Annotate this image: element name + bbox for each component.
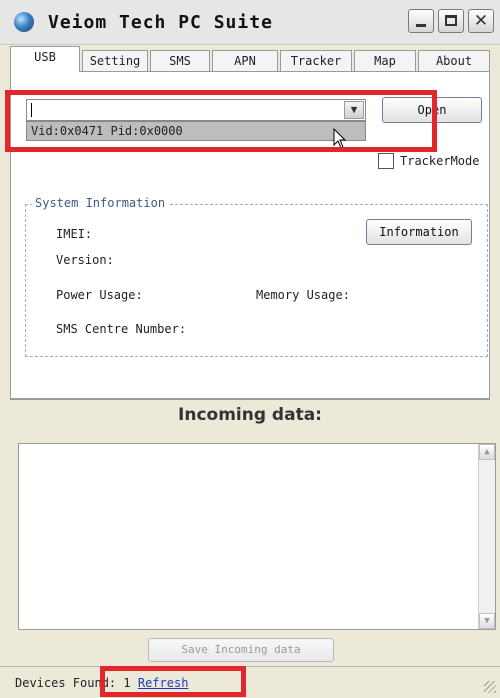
tab-strip: USB Setting SMS APN Tracker Map About [10,46,490,72]
version-label: Version: [56,253,114,267]
highlight-box-refresh [100,666,246,697]
globe-icon [14,12,34,32]
memory-usage-label: Memory Usage: [256,288,350,302]
vertical-scrollbar[interactable]: ▲ ▼ [478,444,495,629]
save-incoming-data-button[interactable]: Save Incoming data [148,638,334,662]
window-title: Veiom Tech PC Suite [48,12,273,33]
tab-apn[interactable]: APN [212,50,278,71]
tracker-mode-label: TrackerMode [400,154,480,168]
tab-about[interactable]: About [418,50,490,71]
tab-map[interactable]: Map [354,50,416,71]
incoming-data-title: Incoming data: [178,405,322,425]
app-window: Veiom Tech PC Suite ✕ USB Setting SMS AP… [0,0,500,698]
resize-grip-icon[interactable] [484,681,496,693]
highlight-box-device [5,90,437,152]
power-usage-label: Power Usage: [56,288,143,302]
scroll-up-icon[interactable]: ▲ [479,444,495,460]
title-bar[interactable]: Veiom Tech PC Suite ✕ [0,0,500,45]
tracker-mode-checkbox[interactable] [378,153,394,169]
incoming-data-textarea[interactable]: ▲ ▼ [18,443,496,630]
minimize-button[interactable] [408,9,434,33]
maximize-button[interactable] [438,9,464,33]
close-icon: ✕ [473,11,489,31]
tab-setting[interactable]: Setting [82,50,148,71]
tab-usb[interactable]: USB [10,46,80,72]
information-button[interactable]: Information [366,219,472,245]
scroll-down-icon[interactable]: ▼ [479,613,495,629]
maximize-icon [445,15,457,26]
imei-label: IMEI: [56,227,93,241]
minimize-icon [416,24,426,27]
tab-tracker[interactable]: Tracker [280,50,352,71]
tab-sms[interactable]: SMS [150,50,210,71]
divider [10,399,490,400]
system-information-title: System Information [32,196,169,210]
close-button[interactable]: ✕ [468,9,494,33]
sms-centre-number-label: SMS Centre Number: [56,322,187,336]
